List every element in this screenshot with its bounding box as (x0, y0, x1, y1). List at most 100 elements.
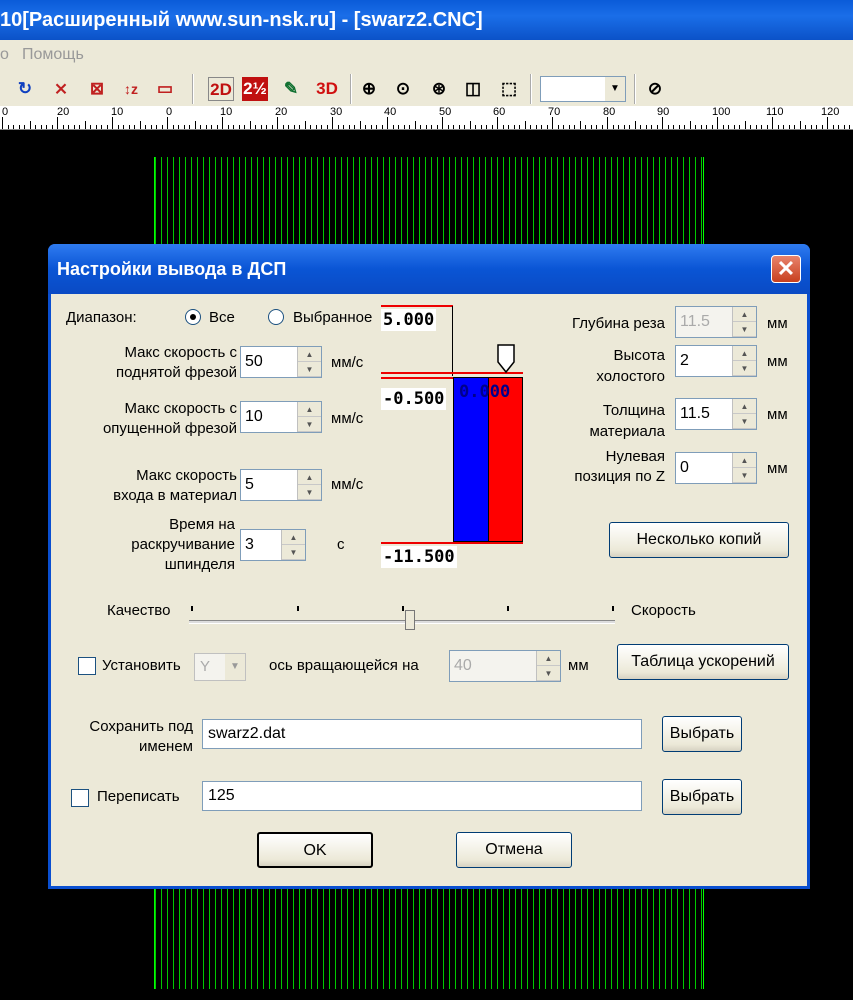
3d-icon[interactable]: 3D (312, 77, 342, 101)
slider-tick (507, 606, 509, 611)
spin-down-icon[interactable]: ▼ (733, 414, 756, 429)
zero-pos-spinner[interactable]: 0 ▲ ▼ (675, 452, 757, 484)
multiple-copies-button[interactable]: Несколько копий (609, 522, 789, 558)
ruler-tick (563, 125, 564, 129)
rewrite-label[interactable]: Переписать (97, 786, 180, 807)
ok-button[interactable]: OK (257, 832, 373, 868)
cancel-button[interactable]: Отмена (456, 832, 572, 868)
rewrite-checkbox[interactable] (71, 789, 89, 807)
max-speed-enter-spinner[interactable]: 5 ▲ ▼ (240, 469, 322, 501)
rotary-label[interactable]: Установить (102, 655, 181, 676)
spin-up-icon[interactable]: ▲ (298, 402, 321, 417)
quality-slider-track[interactable] (189, 620, 615, 624)
material-thickness-value[interactable]: 11.5 (680, 399, 710, 429)
spin-down-icon[interactable]: ▼ (282, 545, 305, 560)
zero-pos-value[interactable]: 0 (680, 453, 689, 483)
ruler-tick (811, 125, 812, 129)
ruler-tick (96, 125, 97, 129)
ruler-label: 70 (548, 106, 561, 118)
spin-down-icon[interactable]: ▼ (733, 468, 756, 483)
toolbar-separator (350, 74, 352, 104)
spin-up-icon[interactable]: ▲ (733, 346, 756, 361)
ruler-label: 110 (766, 106, 784, 118)
max-speed-up-value[interactable]: 50 (245, 347, 263, 377)
spin-time-value[interactable]: 3 (245, 530, 254, 560)
ruler-tick (635, 121, 636, 129)
ruler-tick (695, 125, 696, 129)
chevron-down-icon[interactable]: ▼ (605, 77, 625, 101)
max-speed-up-spinner[interactable]: 50 ▲ ▼ (240, 346, 322, 378)
ruler-tick (833, 125, 834, 129)
zoom-select-icon[interactable]: ⬚ (496, 77, 522, 101)
spin-up-icon[interactable]: ▲ (282, 530, 305, 545)
ruler-label: 40 (384, 106, 397, 118)
max-speed-up-unit: мм/с (331, 354, 364, 371)
ruler-tick (288, 125, 289, 129)
max-speed-enter-label-1: Макс скорость (136, 467, 237, 484)
rewrite-input[interactable]: 125 (202, 781, 642, 811)
2d-icon[interactable]: 2D (208, 77, 234, 101)
range-all-label[interactable]: Все (209, 307, 235, 328)
spin-up-icon[interactable]: ▲ (733, 453, 756, 468)
spin-down-icon[interactable]: ▼ (298, 417, 321, 432)
diagram-top-value: 5.000 (381, 309, 437, 331)
cross-icon[interactable]: ⨯ (48, 77, 74, 101)
material-thickness-spinner[interactable]: 11.5 ▲ ▼ (675, 398, 757, 430)
cross-box-icon[interactable]: ⊠ (84, 77, 110, 101)
zoom-window-icon[interactable]: ◫ (460, 77, 486, 101)
accel-table-button[interactable]: Таблица ускорений (617, 644, 789, 680)
zoom-in-icon[interactable]: ⊕ (356, 77, 382, 101)
spin-time-spinner[interactable]: 3 ▲ ▼ (240, 529, 306, 561)
idle-height-value[interactable]: 2 (680, 346, 689, 376)
save-as-browse-button[interactable]: Выбрать (662, 716, 742, 752)
spin-down-icon[interactable]: ▼ (733, 361, 756, 376)
max-speed-enter-value[interactable]: 5 (245, 470, 254, 500)
spin-down-icon[interactable]: ▼ (298, 362, 321, 377)
range-selected-label[interactable]: Выбранное (293, 307, 372, 328)
ruler-tick (739, 125, 740, 129)
close-icon[interactable]: ✕ (771, 255, 801, 283)
spin-up-icon[interactable]: ▲ (733, 399, 756, 414)
max-speed-down-spinner[interactable]: 10 ▲ ▼ (240, 401, 322, 433)
refresh-icon[interactable]: ↻ (12, 77, 38, 101)
ruler-tick (514, 125, 515, 129)
rewrite-browse-button[interactable]: Выбрать (662, 779, 742, 815)
brush-icon[interactable]: ✎ (278, 77, 304, 101)
ruler-tick (338, 125, 339, 129)
idle-height-spinner[interactable]: 2 ▲ ▼ (675, 345, 757, 377)
ruler-tick (822, 125, 823, 129)
spin-up-icon[interactable]: ▲ (298, 347, 321, 362)
menu-item-help[interactable]: Помощь (22, 40, 84, 70)
rect-icon[interactable]: ▭ (152, 77, 178, 101)
dialog-titlebar: Настройки вывода в ДСП (48, 244, 810, 294)
ruler-tick (79, 125, 80, 129)
spin-down-icon[interactable]: ▼ (298, 485, 321, 500)
ruler-tick (376, 125, 377, 129)
save-as-input[interactable]: swarz2.dat (202, 719, 642, 749)
ruler-tick (107, 125, 108, 129)
spin-time-label-2: раскручивание (131, 536, 235, 553)
help-cursor-icon[interactable]: ⊘ (642, 77, 668, 101)
output-settings-dialog: Настройки вывода в ДСП ✕ Диапазон: Все В… (48, 244, 810, 889)
zoom-combo[interactable]: ▼ (540, 76, 626, 102)
range-selected-radio[interactable] (268, 309, 284, 325)
zoom-fit-icon[interactable]: ⊛ (426, 77, 452, 101)
ruler-tick (123, 125, 124, 129)
ruler-tick (250, 121, 251, 129)
slider-tick (297, 606, 299, 611)
cut-depth-label: Глубина реза (571, 315, 665, 332)
spin-up-icon[interactable]: ▲ (298, 470, 321, 485)
zoom-area-icon[interactable]: ⊙ (390, 77, 416, 101)
max-speed-down-value[interactable]: 10 (245, 402, 263, 432)
zero-pos-unit: мм (767, 460, 788, 477)
z-axis-icon[interactable]: ↕z (118, 77, 144, 101)
ruler-tick (640, 125, 641, 129)
diagram-bottom-line (381, 542, 523, 544)
range-all-radio[interactable] (185, 309, 201, 325)
ruler-tick (239, 125, 240, 129)
quality-slider-thumb[interactable] (405, 610, 415, 630)
rotary-checkbox[interactable] (78, 657, 96, 675)
menu-item-partial[interactable]: о (0, 40, 9, 70)
25d-icon[interactable]: 2½ (242, 77, 268, 101)
material-thickness-label-2: материала (589, 423, 665, 440)
